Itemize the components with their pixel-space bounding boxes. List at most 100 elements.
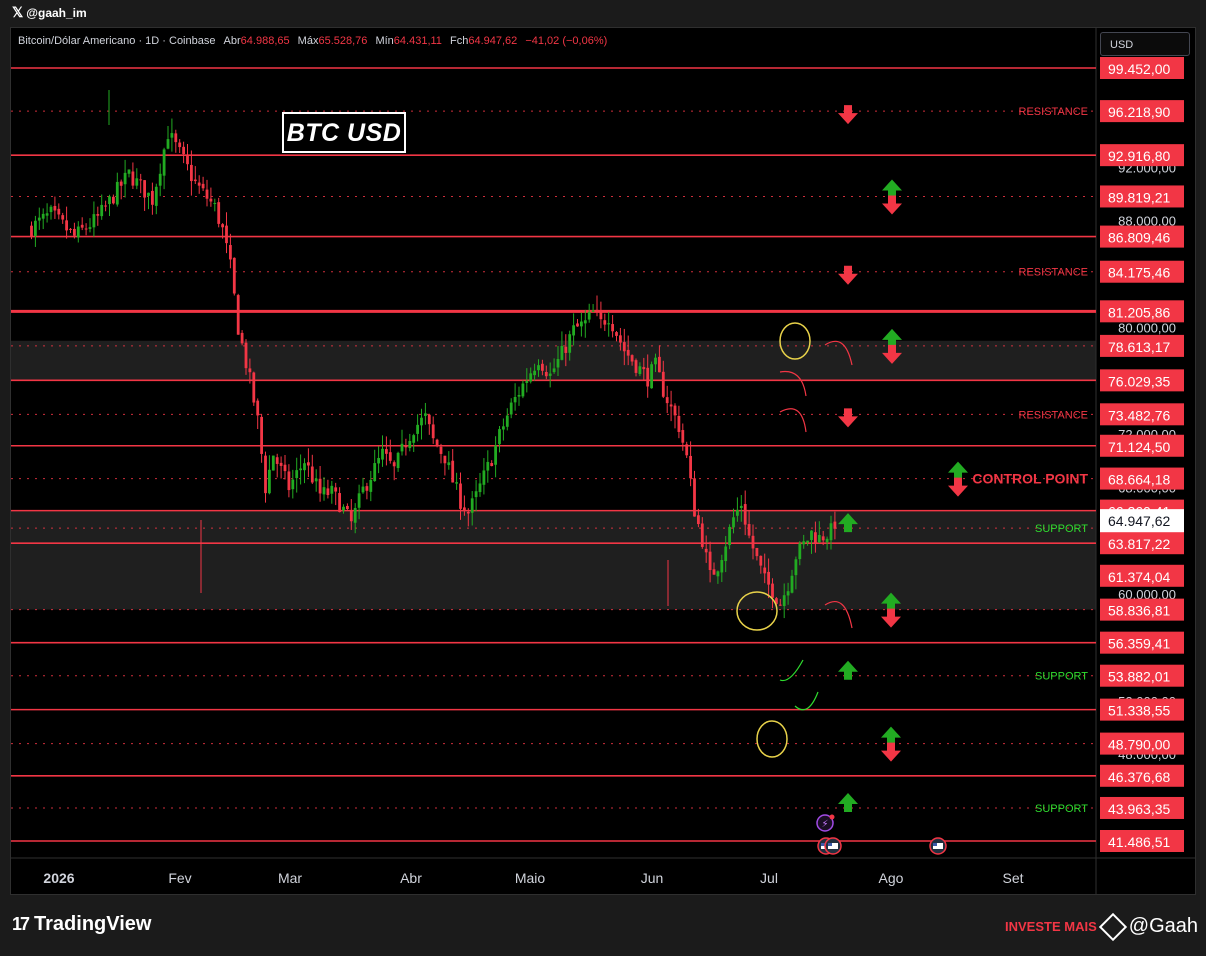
- candle-body: [466, 511, 470, 514]
- price-tag-text: 73.482,76: [1108, 407, 1170, 423]
- candle-body: [502, 426, 505, 430]
- currency-unit-button[interactable]: USD: [1100, 32, 1190, 56]
- candle-body: [334, 487, 338, 492]
- price-chart[interactable]: 92.000,0088.000,0080.000,0072.000,0068.0…: [0, 0, 1206, 956]
- candle: [252, 371, 256, 406]
- candle-body: [264, 455, 267, 494]
- candle: [158, 163, 162, 197]
- candle: [45, 203, 49, 223]
- down-arrow-icon: [838, 408, 858, 428]
- tradingview-logo[interactable]: 17 TradingView: [12, 913, 151, 936]
- candle: [264, 451, 267, 503]
- candle: [162, 147, 166, 190]
- candle: [685, 441, 689, 459]
- candle-body: [622, 342, 626, 352]
- time-axis-label: Ago: [879, 870, 904, 886]
- candle: [650, 361, 653, 389]
- candle-body: [560, 345, 564, 360]
- candle: [385, 436, 388, 466]
- price-tag-text: 58.836,81: [1108, 603, 1170, 619]
- candle-body: [552, 368, 556, 373]
- candle-body: [619, 335, 622, 343]
- down-arrow-icon: [948, 477, 968, 497]
- candle-body: [53, 205, 57, 211]
- candle-body: [697, 515, 700, 525]
- low-label: Mín: [375, 35, 394, 47]
- flag-canton: [828, 843, 832, 846]
- candle-body: [108, 196, 111, 205]
- candle-body: [404, 445, 408, 448]
- candle-body: [700, 523, 704, 547]
- candle-body: [529, 373, 533, 382]
- candle: [303, 458, 306, 484]
- price-tag-text: 63.817,22: [1108, 536, 1170, 552]
- diamond-logo-icon: [1098, 912, 1127, 941]
- candle-body: [30, 225, 33, 237]
- candle: [307, 448, 310, 478]
- candle-body: [607, 323, 611, 325]
- tradingview-icon: 17: [12, 914, 30, 934]
- candle-body: [381, 448, 384, 460]
- candle-body: [482, 470, 486, 485]
- candle-body: [41, 213, 45, 219]
- candle: [318, 465, 322, 502]
- candle-body: [537, 365, 540, 371]
- candle: [166, 126, 170, 150]
- candle-body: [478, 483, 482, 493]
- candle-body: [654, 357, 657, 365]
- candle: [182, 141, 185, 164]
- candle-body: [431, 424, 435, 439]
- chart-title-box: BTC USD: [282, 112, 406, 153]
- candle-body: [147, 192, 150, 196]
- candle-body: [521, 383, 525, 397]
- candle-body: [271, 455, 275, 471]
- candle-body: [49, 206, 53, 213]
- price-tag-text: 84.175,46: [1108, 265, 1170, 281]
- shaded-zone: [11, 543, 1096, 610]
- symbol-title: Bitcoin/Dólar Americano · 1D · Coinbase: [18, 35, 216, 47]
- candle-body: [420, 417, 423, 426]
- candle-body: [291, 479, 295, 490]
- candle-body: [794, 559, 798, 576]
- price-tag-text: 41.486,51: [1108, 834, 1170, 850]
- price-tag-text: 46.376,68: [1108, 769, 1170, 785]
- candle: [283, 455, 287, 480]
- candle-body: [825, 538, 829, 543]
- candle-body: [587, 312, 591, 320]
- down-arrow-icon: [838, 105, 858, 125]
- candle-body: [217, 202, 221, 224]
- candle-body: [322, 487, 326, 495]
- candle: [689, 441, 692, 487]
- candle: [314, 469, 318, 492]
- candle: [681, 423, 685, 451]
- candle: [271, 455, 275, 471]
- candle-body: [759, 555, 763, 566]
- candle-body: [424, 413, 427, 416]
- candle-body: [583, 320, 587, 324]
- curved-arrow-annotation: [794, 691, 819, 711]
- candle-body: [416, 424, 419, 434]
- candle: [139, 173, 143, 194]
- time-axis-label: Set: [1002, 870, 1023, 886]
- candle-body: [61, 215, 65, 220]
- signature-text: @Gaah: [1128, 915, 1198, 937]
- candle-body: [385, 449, 388, 454]
- candle-body: [123, 172, 127, 185]
- candle-body: [689, 455, 692, 479]
- time-axis-label: Jul: [760, 870, 778, 886]
- candle-body: [392, 462, 396, 467]
- candle: [41, 208, 45, 230]
- candle-body: [186, 154, 189, 165]
- candle: [494, 436, 497, 478]
- candle: [178, 139, 182, 154]
- candle: [322, 477, 326, 501]
- open-label: Abr: [223, 35, 241, 47]
- candle: [451, 449, 455, 483]
- candle: [611, 315, 614, 338]
- candle-body: [771, 583, 774, 598]
- candle-body: [80, 224, 84, 228]
- candle-body: [369, 480, 373, 492]
- current-price-text: 64.947,62: [1108, 513, 1170, 529]
- candle: [260, 413, 263, 463]
- candle-body: [798, 543, 802, 560]
